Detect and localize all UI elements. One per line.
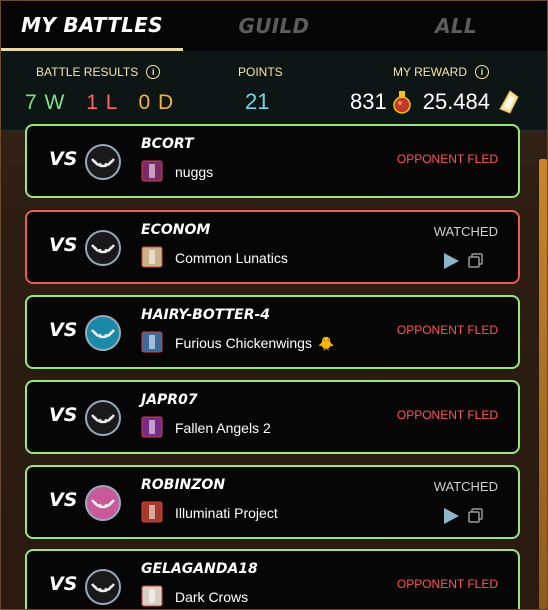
battle-results-label: BATTLE RESULTS [36, 65, 139, 79]
potion-icon [392, 91, 411, 114]
guild-name-text: Dark Crows [175, 589, 249, 605]
scrollbar[interactable] [539, 159, 547, 609]
points-label: POINTS [238, 65, 283, 79]
battles-panel: MY BATTLES GUILD ALL BATTLE RESULTS i 7 … [0, 0, 548, 610]
tab-guild[interactable]: GUILD [183, 1, 365, 51]
opponent-name[interactable]: HAIRY-BOTTER-4 [141, 307, 270, 323]
vs-label: VS [49, 234, 78, 256]
wins-count: 7 W [25, 91, 66, 114]
monster-avatar-icon[interactable] [83, 228, 123, 268]
opponent-name[interactable]: BCORT [141, 136, 194, 152]
losses-count: 1 L [86, 91, 118, 114]
battle-results-label-group: BATTLE RESULTS i [36, 65, 161, 79]
guild-name-text: nuggs [175, 164, 214, 180]
purple-banner-icon [141, 160, 163, 182]
reward-label-group: MY REWARD i [393, 65, 490, 79]
dec-coin-icon [499, 90, 519, 114]
lightning-banner-icon [141, 416, 163, 438]
crow-banner-icon [141, 585, 163, 607]
vs-label: VS [49, 148, 78, 170]
guild-name: Illuminati Project [175, 505, 278, 521]
reward-label: MY REWARD [393, 65, 468, 79]
battle-status: OPPONENT FLED [396, 323, 498, 337]
battle-status: WATCHED [433, 224, 498, 239]
vs-label: VS [49, 404, 78, 426]
opponent-name[interactable]: ECONOM [141, 222, 210, 238]
battle-status: OPPONENT FLED [396, 577, 498, 591]
guild-name: Furious Chickenwings 🐥 [175, 335, 334, 352]
battle-card[interactable]: VS ROBINZON Illuminati Project WATCHED [25, 465, 520, 539]
info-icon[interactable]: i [146, 65, 161, 79]
battle-card[interactable]: VS GELAGANDA18 Dark Crows OPPONENT FLED [25, 549, 520, 609]
opponent-name[interactable]: JAPR07 [141, 392, 198, 408]
draws-count: 0 D [138, 91, 175, 114]
chick-icon: 🐥 [317, 336, 335, 351]
copy-icon[interactable] [468, 508, 484, 524]
guild-name: nuggs [175, 164, 213, 180]
reward-potions-value: 831 [350, 89, 387, 114]
guild-name-text: Common Lunatics [175, 250, 288, 266]
tree-banner-icon [141, 501, 163, 523]
guild-name-text: Illuminati Project [175, 505, 278, 521]
play-icon[interactable] [442, 507, 460, 525]
reward-dec-value: 25.484 [422, 89, 491, 114]
goblin-avatar-icon[interactable] [83, 483, 123, 523]
play-icon[interactable] [442, 252, 460, 270]
sword-banner-icon [141, 246, 163, 268]
monster-avatar-icon[interactable] [83, 142, 123, 182]
opponent-name[interactable]: GELAGANDA18 [141, 561, 258, 577]
reward-values: 831 25.484 [350, 89, 522, 115]
monster-avatar-icon[interactable] [83, 567, 123, 607]
tab-my-battles[interactable]: MY BATTLES [1, 1, 183, 51]
vs-label: VS [49, 319, 78, 341]
tab-all[interactable]: ALL [365, 1, 547, 51]
battle-card[interactable]: VS HAIRY-BOTTER-4 Furious Chickenwings 🐥 OPP… [25, 295, 520, 369]
battle-results-values: 7 W 1 L 0 D [25, 91, 174, 115]
guild-name: Common Lunatics [175, 250, 288, 266]
vs-label: VS [49, 573, 78, 595]
wing-banner-icon [141, 331, 163, 353]
battle-status: OPPONENT FLED [396, 152, 498, 166]
points-value: 21 [245, 89, 270, 114]
guild-name-text: Furious Chickenwings [175, 335, 312, 351]
battle-card[interactable]: VS ECONOM Common Lunatics WATCHED [25, 210, 520, 284]
guild-name-text: Fallen Angels 2 [175, 420, 271, 436]
copy-icon[interactable] [468, 253, 484, 269]
creature-avatar-icon[interactable] [83, 313, 123, 353]
guild-name: Fallen Angels 2 [175, 420, 271, 436]
battle-status: OPPONENT FLED [396, 408, 498, 422]
battle-summary: BATTLE RESULTS i 7 W 1 L 0 D POINTS 21 M… [1, 51, 547, 131]
opponent-name[interactable]: ROBINZON [141, 477, 225, 493]
battle-card[interactable]: VS JAPR07 Fallen Angels 2 OPPONENT FLED [25, 380, 520, 454]
vs-label: VS [49, 489, 78, 511]
guild-name: Dark Crows [175, 589, 248, 605]
info-icon[interactable]: i [475, 65, 490, 79]
battle-status: WATCHED [433, 479, 498, 494]
monster-avatar-icon[interactable] [83, 398, 123, 438]
battle-card[interactable]: VS BCORT nuggs OPPONENT FLED [25, 124, 520, 198]
battle-tabs: MY BATTLES GUILD ALL [1, 1, 547, 51]
